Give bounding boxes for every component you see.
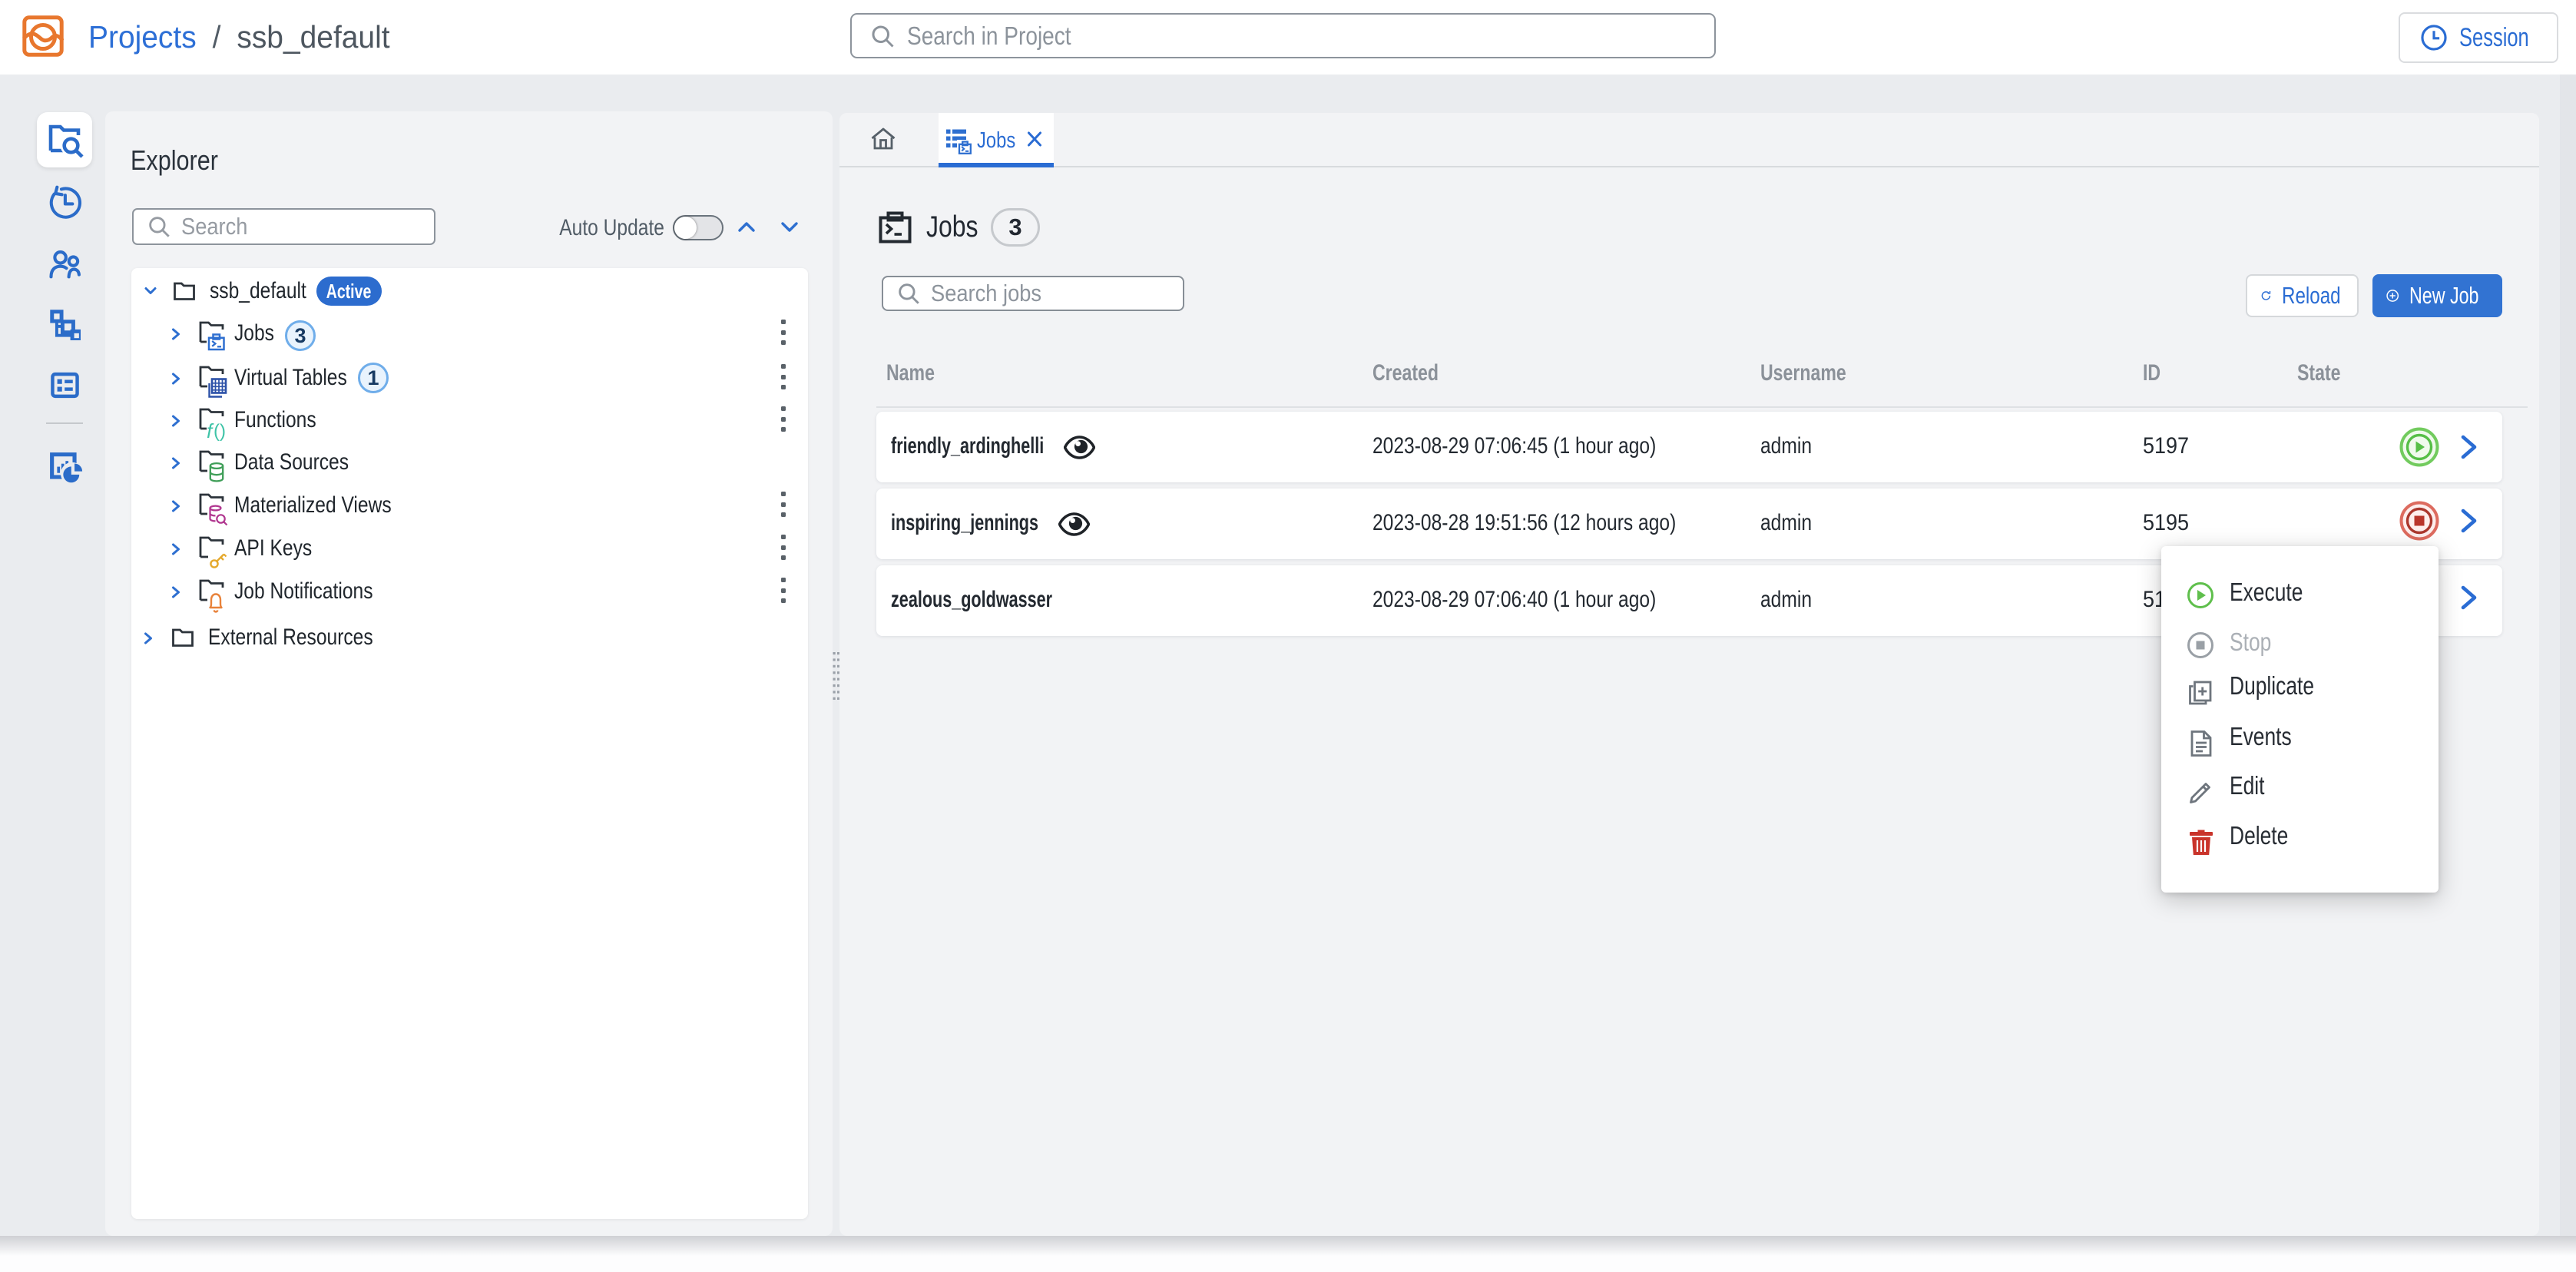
svg-text:(): () [214,421,226,441]
